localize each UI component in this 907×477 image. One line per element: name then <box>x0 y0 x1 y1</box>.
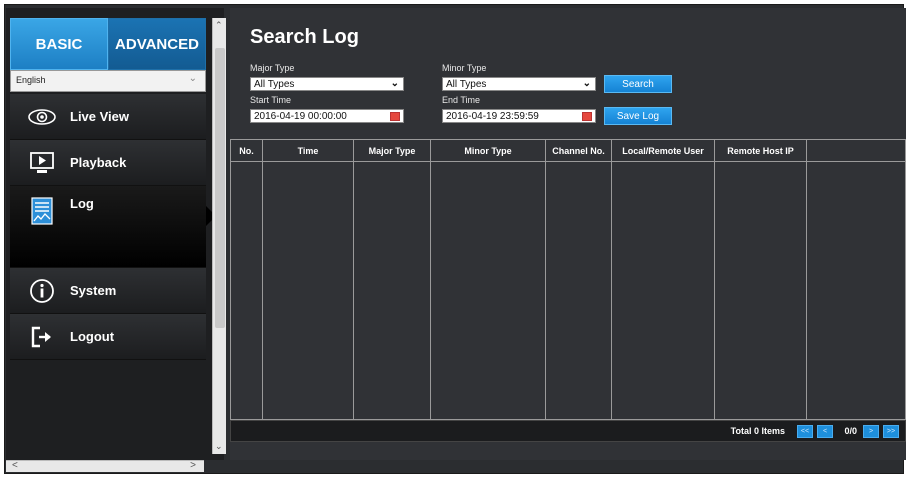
info-icon <box>22 276 62 306</box>
table-column <box>807 162 905 419</box>
sidebar-item-label: Live View <box>70 109 130 124</box>
scroll-right-icon[interactable]: > <box>190 460 196 471</box>
start-time-label: Start Time <box>250 95 292 105</box>
sidebar-item-label: Playback <box>70 155 127 170</box>
pagination-bar: Total 0 Items << < 0/0 > >> <box>230 420 906 442</box>
sidebar-item-live-view[interactable]: Live View <box>10 94 206 140</box>
sidebar-item-logout[interactable]: Logout <box>10 314 206 360</box>
minor-type-select[interactable]: All Types ⌄ <box>442 77 596 91</box>
column-header-blank <box>807 140 905 162</box>
calendar-icon[interactable] <box>582 112 592 121</box>
sidebar-vertical-scrollbar[interactable]: ⌃ ⌄ <box>212 18 226 454</box>
end-time-label: End Time <box>442 95 481 105</box>
logout-icon <box>22 322 62 352</box>
table-column <box>263 162 354 419</box>
chevron-down-icon: ⌄ <box>582 78 591 89</box>
column-header-minor-type: Minor Type <box>431 140 546 162</box>
calendar-icon[interactable] <box>390 112 400 121</box>
sidebar-item-system[interactable]: System <box>10 268 206 314</box>
language-value: English <box>16 75 46 85</box>
prev-page-button[interactable]: < <box>817 425 833 438</box>
page-indicator: 0/0 <box>844 426 857 436</box>
sidebar: BASIC ADVANCED English ⌄ Live View Playb… <box>6 8 226 460</box>
scrollbar-thumb[interactable] <box>215 48 225 328</box>
eye-icon <box>22 102 62 132</box>
start-time-value: 2016-04-19 00:00:00 <box>254 111 347 122</box>
column-header-channel-no: Channel No. <box>546 140 612 162</box>
table-column <box>431 162 546 419</box>
sidebar-item-label: System <box>70 283 117 298</box>
search-button[interactable]: Search <box>604 75 672 93</box>
language-select[interactable]: English ⌄ <box>10 70 206 92</box>
next-page-button[interactable]: > <box>863 425 879 438</box>
sidebar-item-playback[interactable]: Playback <box>10 140 206 186</box>
table-column <box>546 162 612 419</box>
table-header: No. Time Major Type Minor Type Channel N… <box>231 140 905 162</box>
tab-advanced[interactable]: ADVANCED <box>108 18 206 70</box>
main-panel: Search Log Major Type All Types ⌄ Minor … <box>230 8 906 460</box>
column-header-local-remote-user: Local/Remote User <box>612 140 715 162</box>
table-column <box>715 162 807 419</box>
chevron-down-icon: ⌄ <box>390 78 399 89</box>
total-items: Total 0 Items <box>730 426 785 436</box>
start-time-field[interactable]: 2016-04-19 00:00:00 <box>250 109 404 123</box>
major-type-label: Major Type <box>250 63 295 73</box>
table-column <box>354 162 431 419</box>
end-time-value: 2016-04-19 23:59:59 <box>446 111 539 122</box>
table-body <box>231 162 905 419</box>
end-time-field[interactable]: 2016-04-19 23:59:59 <box>442 109 596 123</box>
log-table: No. Time Major Type Minor Type Channel N… <box>230 139 906 420</box>
major-type-value: All Types <box>254 79 295 90</box>
scroll-up-icon[interactable]: ⌃ <box>215 20 223 31</box>
sidebar-horizontal-scrollbar[interactable]: < > <box>6 460 204 472</box>
major-type-select[interactable]: All Types ⌄ <box>250 77 404 91</box>
scroll-left-icon[interactable]: < <box>12 460 18 471</box>
sidebar-menu: Live View Playback Log System Logout <box>10 94 216 360</box>
minor-type-value: All Types <box>446 79 487 90</box>
sidebar-item-label: Logout <box>70 329 115 344</box>
first-page-button[interactable]: << <box>797 425 813 438</box>
table-column <box>612 162 715 419</box>
minor-type-label: Minor Type <box>442 63 487 73</box>
playback-icon <box>22 148 62 178</box>
column-header-major-type: Major Type <box>354 140 431 162</box>
save-log-button[interactable]: Save Log <box>604 107 672 125</box>
tab-basic[interactable]: BASIC <box>10 18 108 70</box>
column-header-time: Time <box>263 140 354 162</box>
page-title: Search Log <box>250 26 359 48</box>
sidebar-item-log[interactable]: Log <box>10 186 216 268</box>
column-header-no: No. <box>231 140 263 162</box>
sidebar-item-label: Log <box>70 196 94 211</box>
column-header-remote-host-ip: Remote Host IP <box>715 140 807 162</box>
log-icon <box>22 196 62 226</box>
table-column <box>231 162 263 419</box>
scroll-down-icon[interactable]: ⌄ <box>215 441 223 452</box>
last-page-button[interactable]: >> <box>883 425 899 438</box>
chevron-down-icon: ⌄ <box>188 73 197 84</box>
mode-tabs: BASIC ADVANCED <box>10 18 206 70</box>
